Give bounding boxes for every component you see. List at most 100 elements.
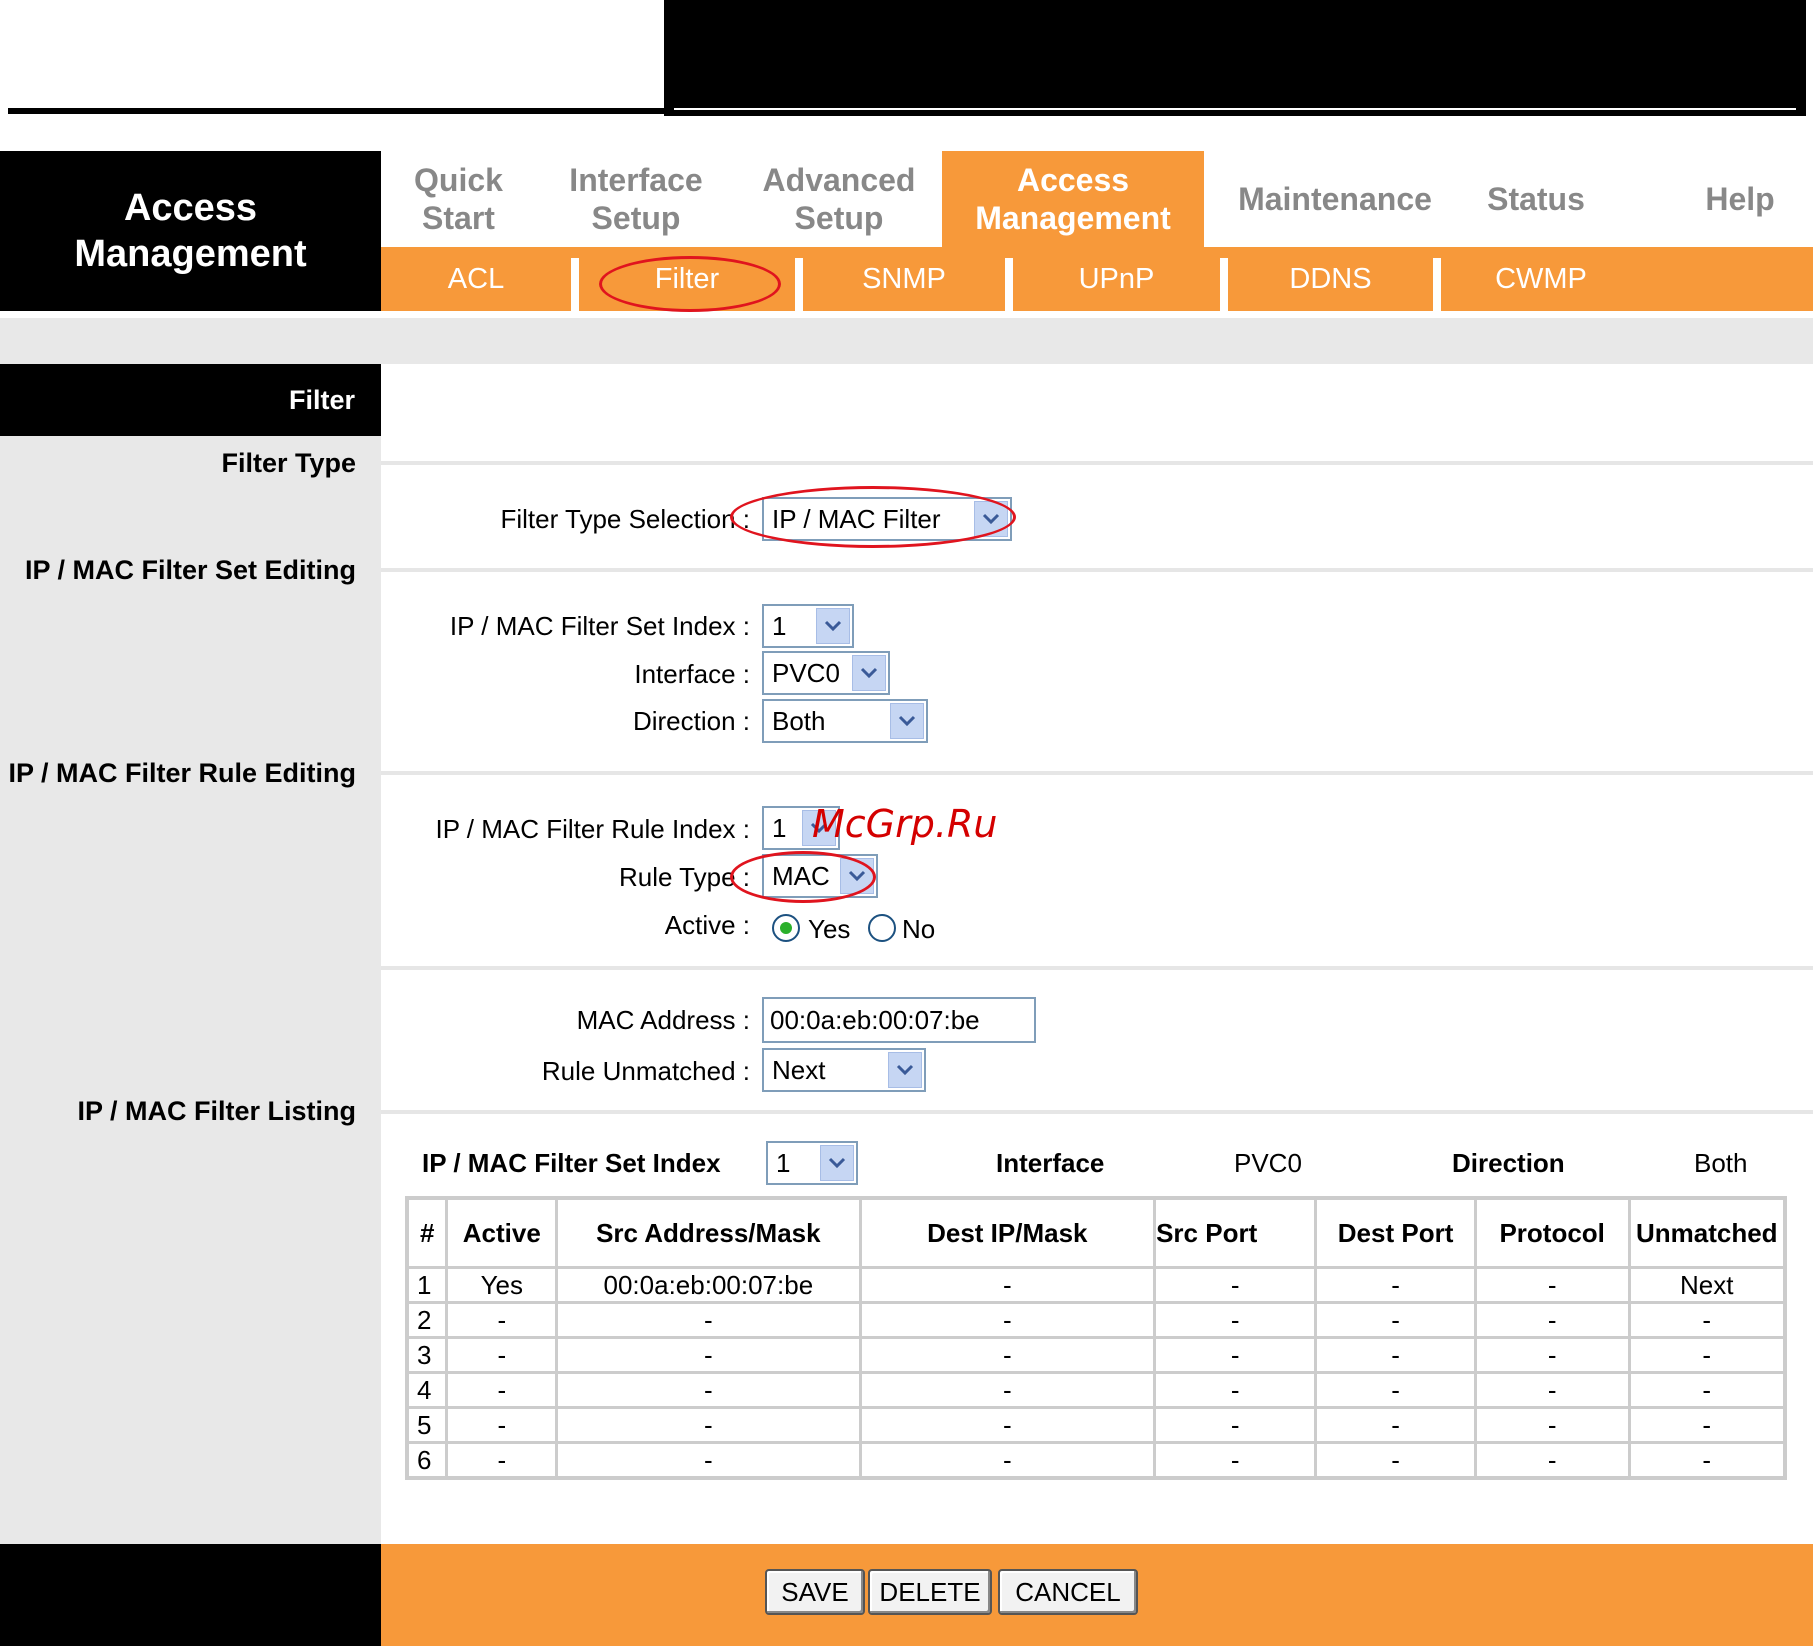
listing-set-index-label: IP / MAC Filter Set Index <box>422 1148 721 1178</box>
subtab-upnp[interactable]: UPnP <box>1013 247 1220 311</box>
interface-label: Interface : <box>634 659 750 689</box>
tab-quick-start[interactable]: Quick Start <box>381 151 536 247</box>
subtab-acl[interactable]: ACL <box>381 247 571 311</box>
top-rule <box>8 108 664 114</box>
filter-type-select[interactable]: IP / MAC Filter <box>762 497 1012 541</box>
tab-interface-setup[interactable]: Interface Setup <box>536 151 736 247</box>
rule-type-value: MAC <box>772 860 830 891</box>
table-cell: - <box>858 1371 1157 1409</box>
rule-type-select[interactable]: MAC <box>762 854 878 898</box>
table-cell: 2 <box>405 1301 449 1339</box>
filter-listing-table: # Active Src Address/Mask Dest IP/Mask S… <box>405 1196 1787 1480</box>
table-cell: Next <box>1627 1266 1787 1304</box>
interface-value: PVC0 <box>772 657 840 688</box>
mac-address-label: MAC Address : <box>576 1005 750 1035</box>
header-title-line2: Management <box>74 233 307 275</box>
divider <box>381 966 1813 970</box>
active-yes-radio[interactable] <box>772 914 800 942</box>
header-title-line1: Access <box>123 187 258 229</box>
col-header-dest-ip: Dest IP/Mask <box>858 1196 1157 1269</box>
top-banner <box>664 0 1806 116</box>
table-cell: - <box>1627 1371 1787 1409</box>
table-cell: - <box>1314 1406 1477 1444</box>
table-cell: - <box>445 1336 559 1374</box>
active-no-label: No <box>902 914 936 944</box>
rule-unmatched-select[interactable]: Next <box>762 1048 926 1092</box>
table-row: 1 Yes 00:0a:eb:00:07:be - - - - Next <box>405 1266 1787 1304</box>
table-cell: - <box>1314 1301 1477 1339</box>
active-yes-label: Yes <box>808 914 851 944</box>
save-button[interactable]: SAVE <box>765 1569 865 1615</box>
subtab-divider <box>571 258 579 311</box>
rule-unmatched-label: Rule Unmatched : <box>541 1056 750 1086</box>
table-cell: - <box>1314 1266 1477 1304</box>
table-cell: - <box>1473 1336 1631 1374</box>
subtab-divider <box>1433 258 1441 311</box>
col-header-dest-port: Dest Port <box>1314 1196 1477 1269</box>
table-cell: - <box>555 1441 862 1480</box>
listing-set-index-select[interactable]: 1 <box>766 1141 858 1185</box>
table-cell: - <box>555 1371 862 1409</box>
spacer-bar <box>0 318 1813 364</box>
chevron-down-icon <box>820 1145 854 1181</box>
col-header-protocol: Protocol <box>1473 1196 1631 1269</box>
table-cell: - <box>555 1301 862 1339</box>
interface-select[interactable]: PVC0 <box>762 651 890 695</box>
tab-maintenance[interactable]: Maintenance <box>1204 151 1466 247</box>
table-cell: - <box>555 1336 862 1374</box>
table-cell: - <box>445 1406 559 1444</box>
tab-help[interactable]: Help <box>1680 151 1800 247</box>
tab-access-management[interactable]: Access Management <box>942 151 1204 247</box>
section-title-filter: Filter <box>0 364 381 436</box>
rule-index-value: 1 <box>772 812 787 843</box>
subtab-snmp[interactable]: SNMP <box>803 247 1005 311</box>
table-cell: - <box>445 1371 559 1409</box>
table-cell: - <box>858 1301 1157 1339</box>
subtab-divider <box>1220 258 1228 311</box>
table-cell: - <box>1314 1441 1477 1480</box>
table-cell: - <box>1473 1301 1631 1339</box>
table-cell: - <box>1627 1301 1787 1339</box>
table-cell: - <box>445 1301 559 1339</box>
col-header-src-address: Src Address/Mask <box>555 1196 862 1269</box>
delete-button[interactable]: DELETE <box>868 1569 992 1615</box>
filter-type-label: Filter Type Selection : <box>500 504 750 534</box>
left-column <box>0 364 381 1544</box>
subtab-cwmp[interactable]: CWMP <box>1441 247 1641 311</box>
table-cell: - <box>858 1266 1157 1304</box>
table-cell: - <box>1473 1441 1631 1480</box>
rule-unmatched-value: Next <box>772 1054 826 1085</box>
table-cell: Yes <box>445 1266 559 1304</box>
active-no-radio[interactable] <box>868 914 896 942</box>
tab-advanced-setup[interactable]: Advanced Setup <box>736 151 942 247</box>
table-cell: 5 <box>405 1406 449 1444</box>
filter-type-value: IP / MAC Filter <box>772 503 941 534</box>
table-cell: - <box>1153 1336 1318 1374</box>
table-cell: - <box>1627 1336 1787 1374</box>
table-cell: - <box>1627 1406 1787 1444</box>
table-cell: 6 <box>405 1441 449 1480</box>
section-label-listing: IP / MAC Filter Listing <box>77 1096 356 1126</box>
table-cell: 3 <box>405 1336 449 1374</box>
set-index-value: 1 <box>772 610 787 641</box>
mac-address-input[interactable]: 00:0a:eb:00:07:be <box>762 997 1036 1043</box>
subtab-ddns[interactable]: DDNS <box>1228 247 1433 311</box>
direction-select[interactable]: Both <box>762 699 928 743</box>
table-row: 5------- <box>405 1406 1787 1444</box>
section-label-filter-type: Filter Type <box>221 448 356 478</box>
table-cell: 4 <box>405 1371 449 1409</box>
tab-status[interactable]: Status <box>1466 151 1606 247</box>
subtab-divider <box>1005 258 1013 311</box>
table-cell: 00:0a:eb:00:07:be <box>555 1266 862 1304</box>
chevron-down-icon <box>890 703 924 739</box>
listing-direction-label: Direction <box>1452 1148 1565 1178</box>
listing-interface-value: PVC0 <box>1234 1148 1302 1178</box>
table-cell: - <box>1473 1266 1631 1304</box>
section-label-rule-editing: IP / MAC Filter Rule Editing <box>8 758 356 788</box>
set-index-select[interactable]: 1 <box>762 604 854 648</box>
table-cell: 1 <box>405 1266 449 1304</box>
subtab-filter[interactable]: Filter <box>579 247 795 311</box>
cancel-button[interactable]: CANCEL <box>998 1569 1138 1615</box>
table-cell: - <box>1627 1441 1787 1480</box>
rule-type-label: Rule Type : <box>618 862 750 892</box>
